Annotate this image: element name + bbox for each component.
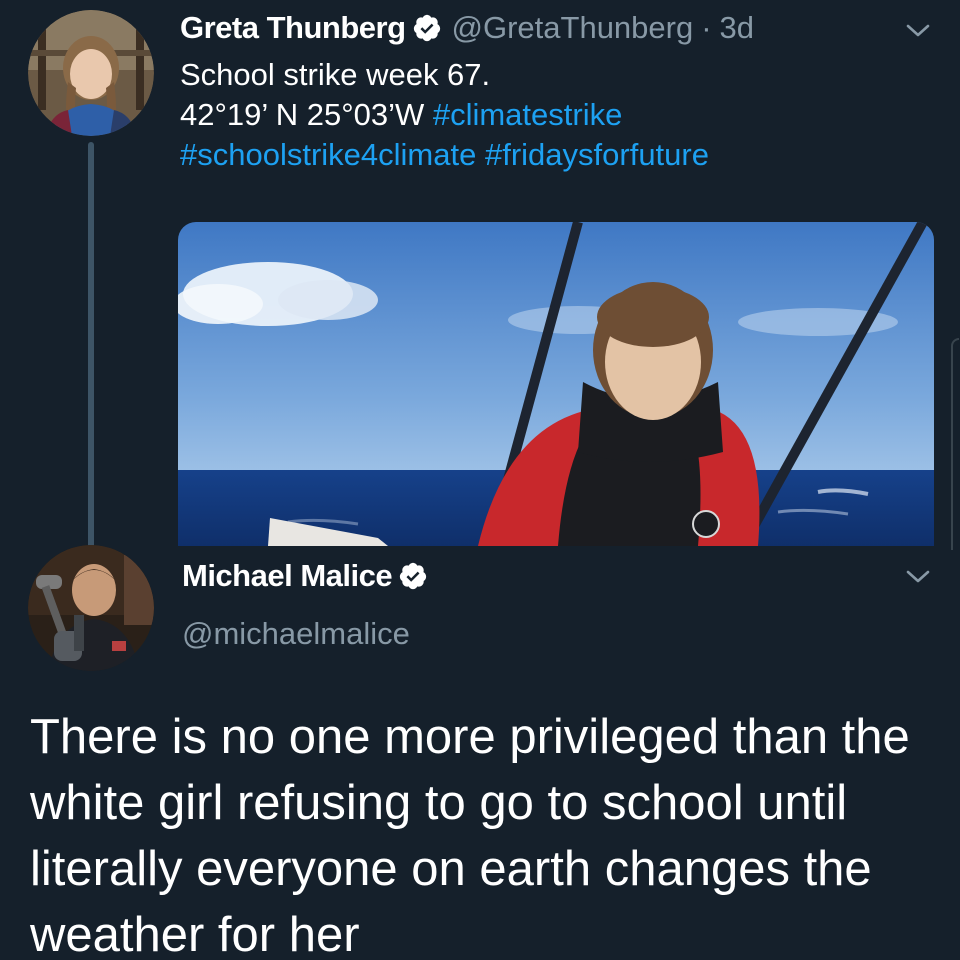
michael-avatar-image [28,545,154,671]
tweet1-text-line2: 42°19’ N 25°03’W #climatestrike [180,95,920,135]
tweet1-timestamp[interactable]: 3d [720,10,754,46]
chevron-down-icon[interactable] [905,22,931,40]
tweet2-header: Michael Malice [182,556,428,596]
scroll-edge-indicator [951,338,959,550]
hashtag-schoolstrike4climate[interactable]: #schoolstrike4climate [180,137,476,172]
tweet2-author-name[interactable]: Michael Malice [182,558,393,594]
verified-badge-icon [398,561,428,591]
tweet1-text: School strike week 67. 42°19’ N 25°03’W … [180,55,920,175]
tweet1-header: Greta Thunberg @GretaThunberg · 3d [180,8,754,48]
thread-connector-line [88,142,94,562]
tweet1-coordinates: 42°19’ N 25°03’W [180,97,433,132]
tweet1-author-handle[interactable]: @GretaThunberg [452,10,694,46]
chevron-down-icon[interactable] [905,568,931,586]
tweet1-author-name[interactable]: Greta Thunberg [180,10,406,46]
separator-dot: · [701,10,712,45]
hashtag-fridaysforfuture[interactable]: #fridaysforfuture [485,137,709,172]
tweet2-author-handle[interactable]: @michaelmalice [182,616,410,652]
tweet2-text: There is no one more privileged than the… [30,710,910,960]
tweet1-text-line1: School strike week 67. [180,57,491,92]
sailboat-photo-image [178,222,934,546]
tweet-screenshot: Greta Thunberg @GretaThunberg · 3d Schoo… [0,0,960,960]
greta-avatar-image [28,10,154,136]
greta-avatar[interactable] [28,10,154,136]
hashtag-climatestrike[interactable]: #climatestrike [433,97,623,132]
verified-badge-icon [412,13,442,43]
michael-avatar[interactable] [28,545,154,671]
tweet1-text-line3: #schoolstrike4climate #fridaysforfuture [180,135,920,175]
tweet1-photo[interactable] [178,222,934,546]
